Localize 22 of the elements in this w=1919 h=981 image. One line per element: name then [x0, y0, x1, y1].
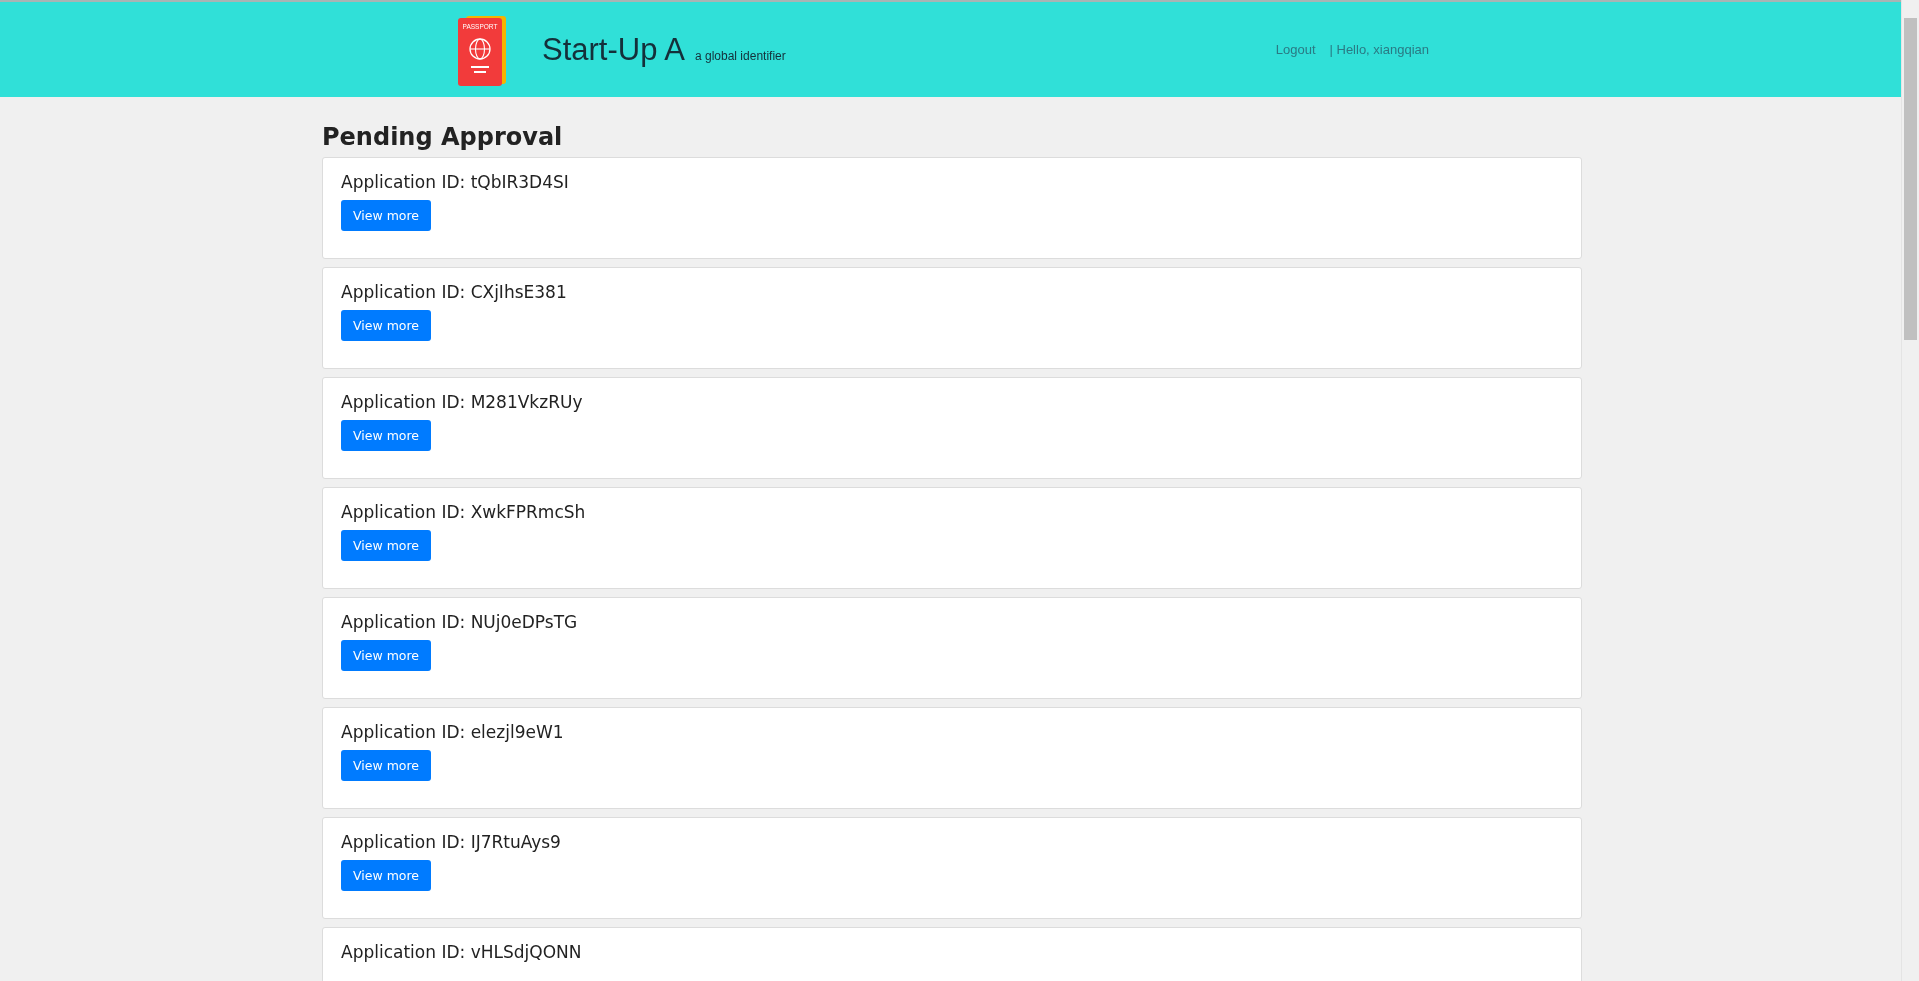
application-id: Application ID: IJ7RtuAys9 [341, 832, 561, 852]
application-id: Application ID: NUj0eDPsTG [341, 612, 578, 632]
application-id: Application ID: vHLSdjQONN [341, 942, 582, 962]
application-id: Application ID: tQbIR3D4SI [341, 172, 569, 192]
logout-link[interactable]: Logout [1275, 42, 1316, 57]
page-heading: Pending Approval [322, 123, 564, 151]
application-id: Application ID: M281VkzRUy [341, 392, 583, 412]
view-more-button[interactable]: View more [341, 750, 431, 781]
view-more-button[interactable]: View more [341, 530, 431, 561]
view-more-button[interactable]: View more [341, 200, 431, 231]
application-id: Application ID: elezjl9eW1 [341, 722, 564, 742]
tagline: a global identifier [695, 48, 786, 63]
view-more-button[interactable]: View more [341, 640, 431, 671]
greeting-link[interactable]: | Hello, xiangqian [1329, 42, 1429, 57]
scrollbar[interactable] [1901, 0, 1919, 981]
scrollbar-thumb[interactable] [1904, 18, 1917, 340]
application-id: Application ID: CXjIhsE381 [341, 282, 567, 302]
application-id: Application ID: XwkFPRmcSh [341, 502, 586, 522]
view-more-button[interactable]: View more [341, 310, 431, 341]
brand-name: Start-Up A [542, 31, 685, 68]
view-more-button[interactable]: View more [341, 420, 431, 451]
view-more-button[interactable]: View more [341, 860, 431, 891]
